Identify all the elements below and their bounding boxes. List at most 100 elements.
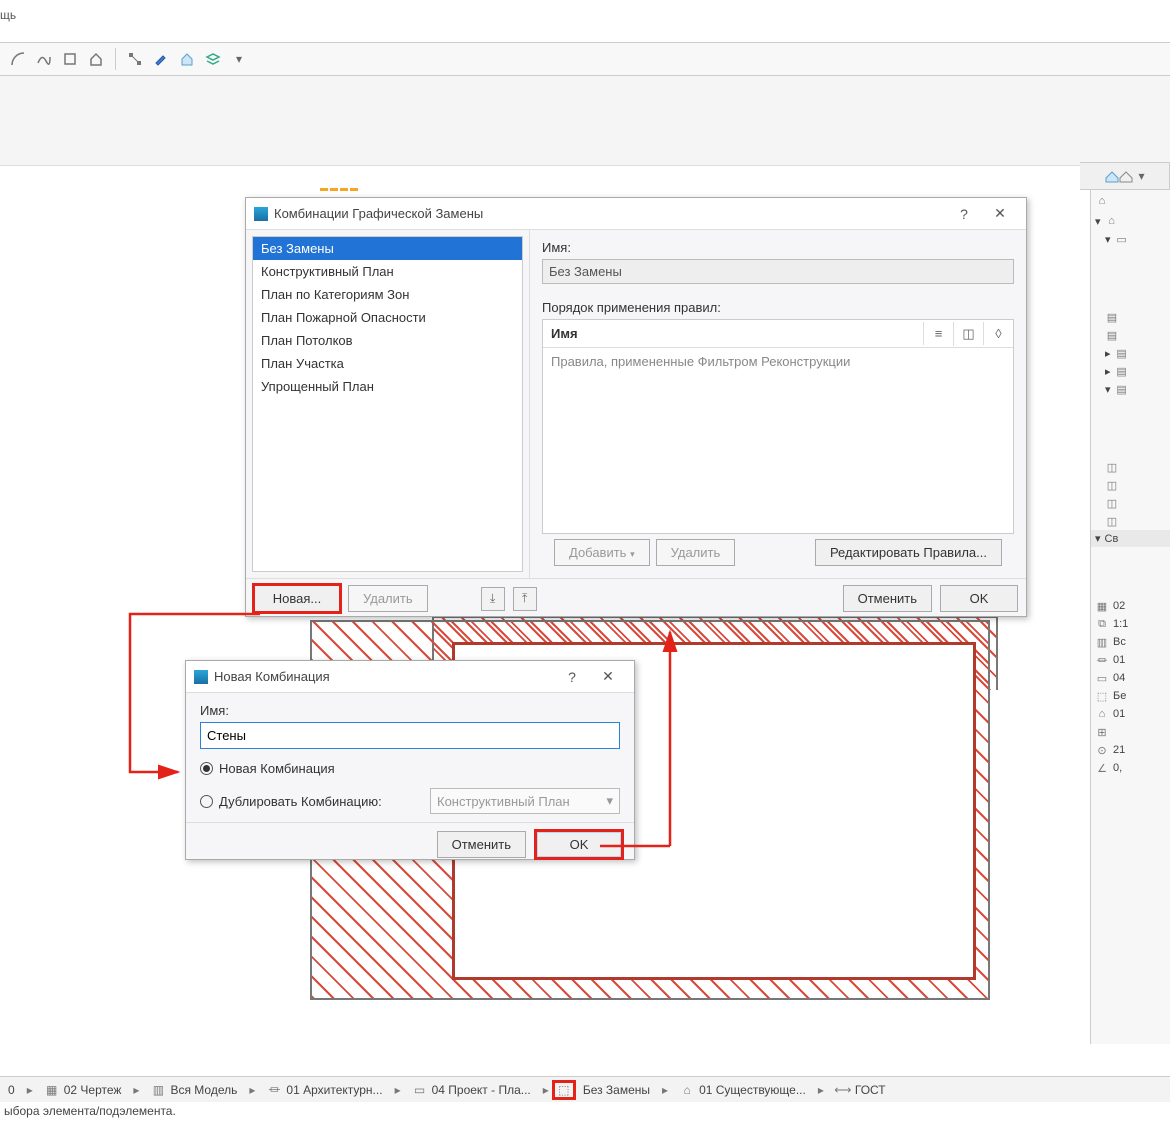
section-icon-1[interactable]: ◫	[1105, 460, 1119, 474]
help-button[interactable]: ?	[946, 206, 982, 222]
prop-angle-icon: ∠	[1095, 761, 1109, 775]
menu-fragment: щь	[0, 8, 16, 22]
list-item[interactable]: План по Категориям Зон	[253, 283, 522, 306]
dialog1-title: Комбинации Графической Замены	[274, 206, 946, 221]
prop-model-icon: ▥	[1095, 635, 1109, 649]
orange-marker	[320, 180, 370, 184]
layer-icon: ▦	[45, 1083, 59, 1097]
dialog1-titlebar: Комбинации Графической Замены ? ✕	[246, 198, 1026, 230]
spline-tool-icon[interactable]	[34, 49, 54, 69]
close-button[interactable]: ✕	[982, 205, 1018, 222]
pen-icon: ⏛	[267, 1083, 281, 1097]
paint-tool-icon[interactable]	[151, 49, 171, 69]
arc-tool-icon[interactable]	[8, 49, 28, 69]
app-logo-icon	[194, 670, 208, 684]
radio-new-combination[interactable]	[200, 762, 213, 775]
help-button[interactable]: ?	[554, 669, 590, 685]
dialog2-titlebar: Новая Комбинация ? ✕	[186, 661, 634, 693]
name-label: Имя:	[542, 240, 1014, 255]
prop-scale-icon: ⧉	[1095, 617, 1109, 631]
new-combination-button[interactable]: Новая...	[254, 585, 340, 612]
prop-layer-icon: ▦	[1095, 599, 1109, 613]
graphic-override-combinations-dialog: Комбинации Графической Замены ? ✕ Без За…	[245, 197, 1027, 617]
section-icon-4[interactable]: ◫	[1105, 514, 1119, 528]
light-house-icon[interactable]	[177, 49, 197, 69]
house-icon: ⌂	[1105, 214, 1119, 228]
name-field: Без Замены	[542, 259, 1014, 284]
list-item[interactable]: План Участка	[253, 352, 522, 375]
cancel-button[interactable]: Отменить	[437, 831, 526, 858]
close-button[interactable]: ✕	[590, 668, 626, 685]
status-seg-dim[interactable]: ⟷ГОСТ	[828, 1083, 894, 1097]
status-seg-level[interactable]: 0	[0, 1083, 23, 1097]
add-rule-button[interactable]: Добавить ▾	[554, 539, 650, 566]
cancel-button[interactable]: Отменить	[843, 585, 932, 612]
rules-placeholder: Правила, примененные Фильтром Реконструк…	[543, 348, 1013, 533]
model-icon: ▥	[151, 1083, 165, 1097]
status-seg-mvo[interactable]: ▭04 Проект - Пла...	[405, 1083, 539, 1097]
dropdown-icon[interactable]: ▾	[229, 49, 249, 69]
layer-icon-5[interactable]: ▤	[1115, 382, 1129, 396]
status-seg-layer[interactable]: ▦02 Чертеж	[37, 1083, 130, 1097]
node-tool-icon[interactable]	[125, 49, 145, 69]
prop-pen-icon: ⏛	[1095, 653, 1109, 667]
list-item[interactable]: План Пожарной Опасности	[253, 306, 522, 329]
new-combination-dialog: Новая Комбинация ? ✕ Имя: Новая Комбинац…	[185, 660, 635, 860]
hint-bar: ыбора элемента/подэлемента.	[0, 1102, 180, 1122]
ok-button[interactable]: OK	[940, 585, 1018, 612]
combinations-list[interactable]: Без Замены Конструктивный План План по К…	[252, 236, 523, 572]
rules-col-fill-icon[interactable]: ◫	[953, 322, 983, 346]
layer-icon-1[interactable]: ▤	[1105, 310, 1119, 324]
ribbon-area	[0, 76, 1170, 166]
stack-icon[interactable]	[203, 49, 223, 69]
status-seg-model[interactable]: ▥Вся Модель	[143, 1083, 245, 1097]
radio-duplicate-label: Дублировать Комбинацию:	[219, 794, 382, 809]
edit-rules-button[interactable]: Редактировать Правила...	[815, 539, 1002, 566]
status-seg-reno[interactable]: ⌂01 Существующе...	[672, 1083, 814, 1097]
name-label: Имя:	[200, 703, 620, 718]
status-seg-penset[interactable]: ⏛01 Архитектурн...	[259, 1083, 390, 1097]
name-input[interactable]	[200, 722, 620, 749]
list-item[interactable]: Без Замены	[253, 237, 522, 260]
navigator-panel: ⌂ ▾⌂ ▾ ▭ ▤ ▤ ▸ ▤ ▸ ▤ ▾ ▤ ◫ ◫ ◫ ◫ ▾Св ▦02…	[1090, 190, 1170, 1044]
ok-button[interactable]: OK	[536, 831, 622, 858]
house-tool-icon[interactable]	[86, 49, 106, 69]
rules-table: Имя ≡ ◫ ◊ Правила, примененные Фильтром …	[542, 319, 1014, 534]
doc-icon: ▭	[1115, 232, 1129, 246]
section-icon-3[interactable]: ◫	[1105, 496, 1119, 510]
rules-col-line-icon[interactable]: ≡	[923, 322, 953, 345]
dialog2-title: Новая Комбинация	[214, 669, 554, 684]
status-override-icon-highlight[interactable]: ⬚	[553, 1081, 575, 1099]
status-seg-override[interactable]: Без Замены	[575, 1083, 658, 1097]
status-bar: 0 ▸ ▦02 Чертеж ▸ ▥Вся Модель ▸ ⏛01 Архит…	[0, 1076, 1170, 1102]
tree-icon[interactable]: ⌂	[1095, 194, 1109, 208]
view-icon: ▭	[413, 1083, 427, 1097]
dim-icon: ⟷	[836, 1083, 850, 1097]
export-icon-button[interactable]: ⤒	[513, 587, 537, 611]
section-icon-2[interactable]: ◫	[1105, 478, 1119, 492]
list-item[interactable]: План Потолков	[253, 329, 522, 352]
layer-icon-4[interactable]: ▤	[1115, 364, 1129, 378]
rules-col-surface-icon[interactable]: ◊	[983, 322, 1013, 345]
view-toggle[interactable]: ▾	[1080, 162, 1170, 190]
duplicate-source-combo[interactable]: Конструктивный План ▾	[430, 788, 620, 814]
square-tool-icon[interactable]	[60, 49, 80, 69]
list-item[interactable]: Конструктивный План	[253, 260, 522, 283]
rules-label: Порядок применения правил:	[542, 300, 1014, 315]
rules-col-name: Имя	[543, 320, 923, 347]
prop-reno-icon: ⌂	[1095, 707, 1109, 721]
radio-duplicate-combination[interactable]	[200, 795, 213, 808]
import-icon-button[interactable]: ⤓	[481, 587, 505, 611]
reno-icon: ⌂	[680, 1083, 694, 1097]
list-item[interactable]: Упрощенный План	[253, 375, 522, 398]
layer-icon-2[interactable]: ▤	[1105, 328, 1119, 342]
radio-new-label: Новая Комбинация	[219, 761, 335, 776]
delete-rule-button[interactable]: Удалить	[656, 539, 736, 566]
toolbar: ▾	[0, 42, 1170, 76]
props-header: Св	[1105, 533, 1119, 545]
prop-override-icon: ⬚	[1095, 689, 1109, 703]
delete-combination-button[interactable]: Удалить	[348, 585, 428, 612]
layer-icon-3[interactable]: ▤	[1115, 346, 1129, 360]
prop-dim-icon: ⊞	[1095, 725, 1109, 739]
chevron-down-icon: ▾	[606, 793, 613, 809]
